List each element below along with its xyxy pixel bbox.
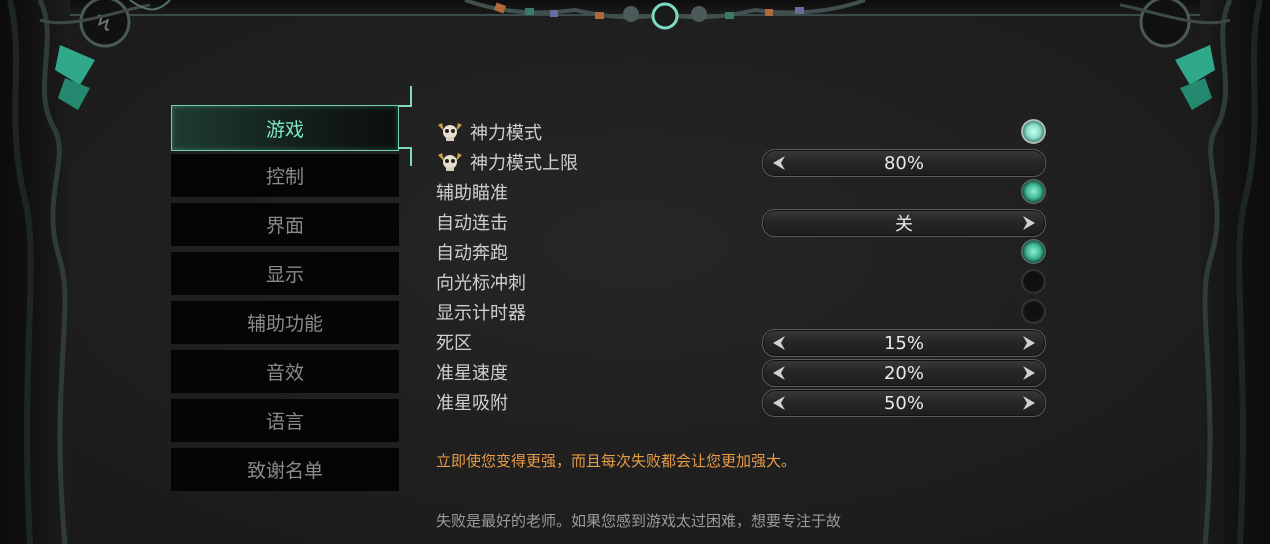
selector-value: 50% — [883, 392, 924, 414]
setting-label: 神力模式上限 — [470, 153, 578, 174]
setting-row-show-timer: 显示计时器 — [436, 297, 1048, 327]
show-timer-toggle[interactable] — [1021, 299, 1046, 324]
tab-audio[interactable]: 音效 — [171, 350, 399, 393]
god-mode-cap-selector[interactable]: 80% — [762, 149, 1046, 177]
selector-value: 80% — [883, 152, 924, 174]
settings-tabs: 游戏 控制 界面 显示 辅助功能 音效 语言 致谢名单 — [171, 105, 401, 497]
arrow-left-icon[interactable] — [769, 393, 789, 413]
tab-credits[interactable]: 致谢名单 — [171, 448, 399, 491]
setting-label: 死区 — [436, 333, 472, 354]
setting-label: 辅助瞄准 — [436, 183, 508, 204]
selector-value: 20% — [883, 362, 924, 384]
setting-label: 准星吸附 — [436, 393, 508, 414]
selector-value: 15% — [883, 332, 924, 354]
god-mode-toggle[interactable] — [1021, 119, 1046, 144]
arrow-right-icon[interactable] — [1019, 213, 1039, 233]
setting-description-body: 失败是最好的老师。如果您感到游戏太过困难，想要专注于故 — [436, 512, 842, 530]
setting-row-god-mode: 神力模式 — [436, 117, 1048, 147]
auto-run-toggle[interactable] — [1021, 239, 1046, 264]
setting-row-god-mode-cap: 神力模式上限 80% — [436, 147, 1048, 177]
tab-display[interactable]: 显示 — [171, 252, 399, 295]
auto-combo-selector[interactable]: 关 — [762, 209, 1046, 237]
selector-value: 关 — [895, 214, 913, 235]
tab-label: 辅助功能 — [246, 313, 323, 335]
skull-icon — [438, 123, 462, 141]
setting-row-reticle-speed: 准星速度 20% — [436, 357, 1048, 387]
dash-to-cursor-toggle[interactable] — [1021, 269, 1046, 294]
corner-ornament-left-icon: Ϟ — [7, 0, 171, 544]
arrow-right-icon[interactable] — [1019, 333, 1039, 353]
tab-label: 界面 — [265, 215, 304, 237]
tab-label: 致谢名单 — [246, 460, 323, 482]
tab-label: 音效 — [265, 362, 304, 384]
tab-interface[interactable]: 界面 — [171, 203, 399, 246]
setting-row-deadzone: 死区 15% — [436, 327, 1048, 357]
setting-label: 向光标冲刺 — [436, 273, 526, 294]
setting-label: 神力模式 — [470, 123, 542, 144]
deadzone-selector[interactable]: 15% — [762, 329, 1046, 357]
setting-label: 自动连击 — [436, 213, 508, 234]
setting-row-auto-run: 自动奔跑 — [436, 237, 1048, 267]
corner-ornament-right-icon — [1119, 0, 1263, 544]
setting-label: 显示计时器 — [436, 303, 526, 324]
setting-row-aim-assist: 辅助瞄准 — [436, 177, 1048, 207]
setting-row-reticle-snap: 准星吸附 50% — [436, 387, 1048, 417]
reticle-snap-selector[interactable]: 50% — [762, 389, 1046, 417]
setting-description-highlight: 立即使您变得更强，而且每次失败都会让您更加强大。 — [436, 452, 797, 470]
tab-game[interactable]: 游戏 — [171, 105, 399, 151]
setting-row-dash-to-cursor: 向光标冲刺 — [436, 267, 1048, 297]
arrow-right-icon[interactable] — [1019, 393, 1039, 413]
reticle-speed-selector[interactable]: 20% — [762, 359, 1046, 387]
setting-label: 准星速度 — [436, 363, 508, 384]
tab-language[interactable]: 语言 — [171, 399, 399, 442]
arrow-left-icon[interactable] — [769, 333, 789, 353]
tab-accessibility[interactable]: 辅助功能 — [171, 301, 399, 344]
setting-row-auto-combo: 自动连击 关 — [436, 207, 1048, 237]
settings-list: 神力模式 神力模式上限 80% 辅助瞄准 自动连击 关 自动奔跑 向光标冲刺 显… — [436, 117, 1048, 417]
tab-label: 游戏 — [265, 118, 304, 141]
setting-label: 自动奔跑 — [436, 243, 508, 264]
arrow-right-icon[interactable] — [1019, 363, 1039, 383]
arrow-left-icon[interactable] — [769, 363, 789, 383]
tab-label: 控制 — [265, 166, 304, 188]
aim-assist-toggle[interactable] — [1021, 179, 1046, 204]
arrow-left-icon[interactable] — [769, 153, 789, 173]
tab-label: 显示 — [265, 264, 304, 286]
top-center-ornament-icon — [464, 0, 866, 30]
tab-label: 语言 — [265, 411, 304, 433]
skull-icon — [438, 153, 462, 171]
tab-controls[interactable]: 控制 — [171, 154, 399, 197]
